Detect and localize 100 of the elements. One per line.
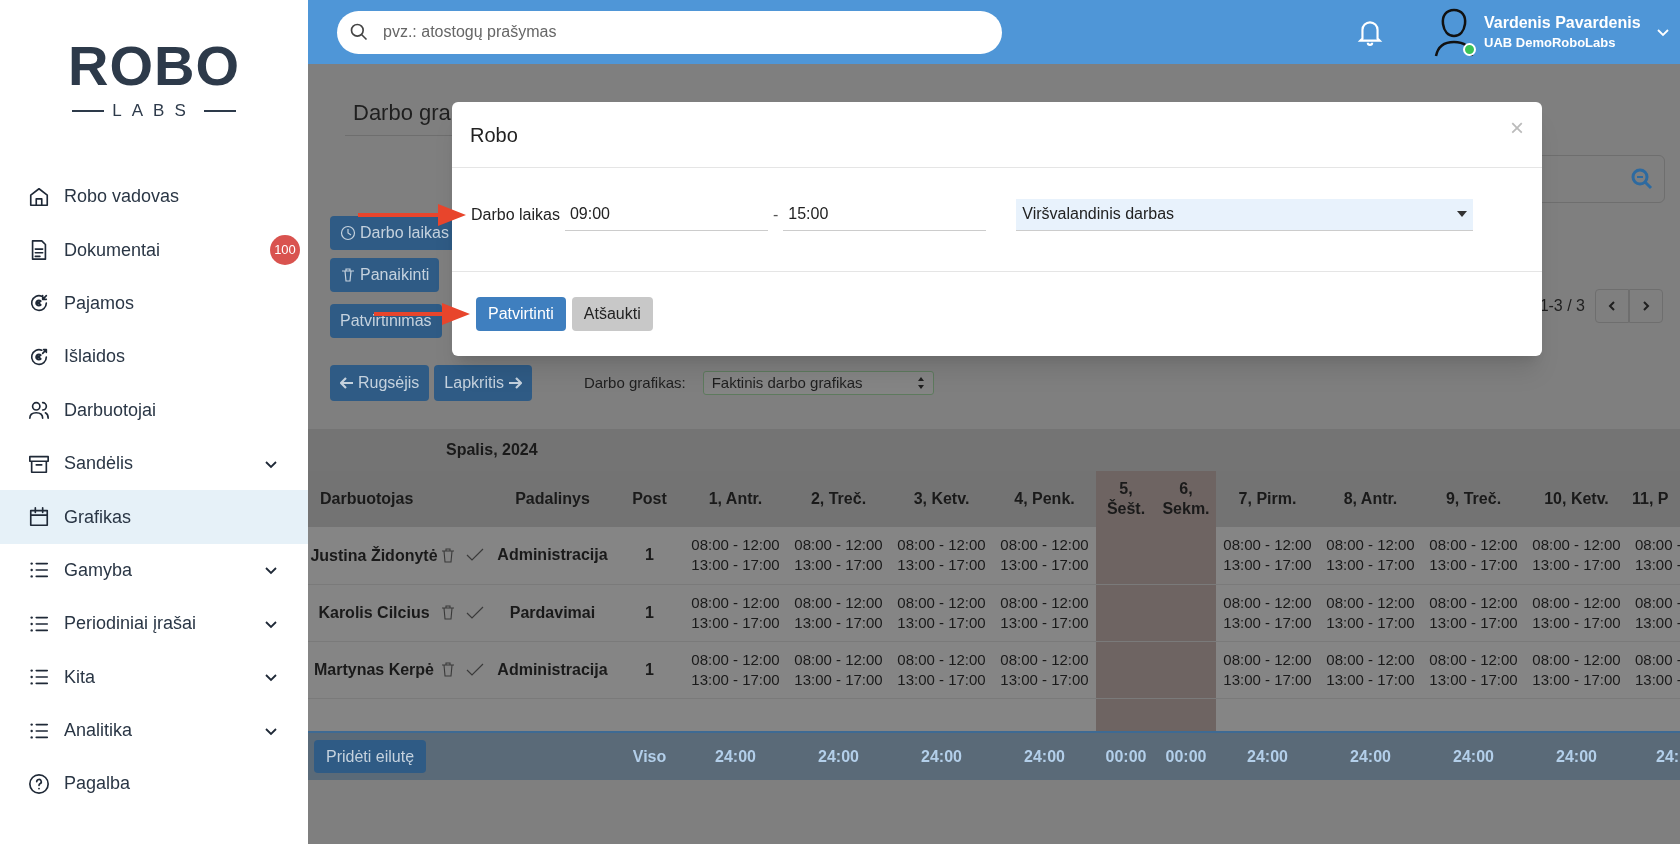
cancel-button[interactable]: Atšaukti bbox=[571, 297, 653, 331]
shift-cell: 08:00 - 12:00 13:00 - 17:00 bbox=[1326, 592, 1415, 633]
shift-cell: 08:00 - 12:00 13:00 - 17:00 bbox=[691, 649, 780, 690]
arrow-left-icon bbox=[340, 376, 354, 390]
shift-cell: 08:00 - 12:00 13:00 - 17:00 bbox=[794, 592, 883, 633]
post-cell: 1 bbox=[615, 641, 684, 698]
bell-icon bbox=[1357, 18, 1383, 46]
calendar-icon bbox=[28, 506, 50, 529]
sidebar-item[interactable]: Robo vadovas bbox=[0, 170, 308, 224]
department-cell: Administracija bbox=[490, 641, 615, 698]
column-header: 3, Ketv. bbox=[890, 471, 993, 527]
employee-name: Justina Židonytė bbox=[308, 527, 440, 584]
field-label: Darbo laikas bbox=[471, 204, 560, 225]
total-cell: 24:00 bbox=[787, 732, 890, 780]
column-header: Darbuotojas bbox=[308, 471, 490, 527]
schedule-select[interactable]: Faktinis darbo grafikas bbox=[702, 371, 934, 395]
shift-cell: 08:00 - 12:00 13:00 - 17:00 bbox=[1223, 535, 1312, 576]
sidebar-item[interactable]: Grafikas bbox=[0, 490, 308, 544]
shift-cell: 08:00 - 12:00 13:00 - 17:00 bbox=[1223, 592, 1312, 633]
people-icon bbox=[28, 399, 50, 422]
column-header: 10, Ketv. bbox=[1525, 471, 1628, 527]
shift-cell: 08:00 - 12:00 13:00 - 17:00 bbox=[897, 592, 986, 633]
column-header: 6, Sekm. bbox=[1156, 471, 1216, 527]
post-cell: 1 bbox=[615, 527, 684, 584]
search-icon bbox=[349, 21, 369, 42]
shift-cell: 08:00 - 12:00 13:00 - 17:00 bbox=[691, 592, 780, 633]
total-cell: 24:00 bbox=[684, 732, 787, 780]
action-button[interactable]: Panaikinti bbox=[330, 258, 440, 292]
add-row-button[interactable]: Pridėti eilutę bbox=[314, 740, 427, 773]
column-header: 11, P bbox=[1628, 471, 1680, 527]
total-cell: 24:00 bbox=[1525, 732, 1628, 780]
shift-cell: 08:00 - 12:00 13:00 - 17:00 bbox=[1532, 535, 1621, 576]
department-cell: Pardavimai bbox=[490, 584, 615, 641]
department-cell: Administracija bbox=[490, 527, 615, 584]
shift-cell: 08:00 - 12:00 13:00 - 17:00 bbox=[794, 535, 883, 576]
total-cell: 00:00 bbox=[1096, 732, 1156, 780]
total-cell: 24:00 bbox=[1216, 732, 1319, 780]
shift-cell: 08:00 - 12:00 13:00 - 17:00 bbox=[1532, 649, 1621, 690]
shift-cell: 08:00 - 12:00 13:00 - 17:00 bbox=[1429, 649, 1518, 690]
shift-cell: 08:00 - 12:00 13:00 - 17:00 bbox=[1000, 535, 1089, 576]
sidebar-item[interactable]: Dokumentai 100 bbox=[0, 223, 308, 277]
column-header: 8, Antr. bbox=[1319, 471, 1422, 527]
sidebar-item[interactable]: Periodiniai įrašai bbox=[0, 597, 308, 651]
column-header: Padalinys bbox=[490, 471, 615, 527]
time-input[interactable]: 09:00 bbox=[564, 198, 768, 231]
separator: - bbox=[772, 204, 779, 225]
total-cell: 00:00 bbox=[1156, 732, 1216, 780]
total-cell: 24: bbox=[1628, 732, 1680, 780]
sidebar-item[interactable]: Kita bbox=[0, 650, 308, 704]
shift-cell: 08:00 - 12:00 13:00 - 17:00 bbox=[1223, 649, 1312, 690]
trash-icon bbox=[440, 661, 456, 678]
clock-icon bbox=[340, 225, 356, 241]
employee-name: Karolis Cilcius bbox=[308, 584, 440, 641]
company-name: UAB DemoRoboLabs bbox=[1484, 34, 1617, 52]
column-header: 9, Treč. bbox=[1422, 471, 1525, 527]
trash-icon bbox=[340, 267, 356, 283]
sidebar-item[interactable]: Darbuotojai bbox=[0, 383, 308, 437]
schedule-label: Darbo grafikas: bbox=[583, 372, 686, 393]
trash-icon bbox=[440, 546, 456, 564]
sidebar-item[interactable]: Sandėlis bbox=[0, 436, 308, 491]
checkmark-icon bbox=[466, 548, 484, 563]
sidebar-item[interactable]: Gamyba bbox=[0, 543, 308, 598]
shift-cell: 08:00 - 12:00 13:00 - 17:00 bbox=[897, 649, 986, 690]
home-icon bbox=[28, 185, 50, 208]
sidebar-item[interactable]: Išlaidos bbox=[0, 330, 308, 384]
post-cell: 1 bbox=[615, 584, 684, 641]
next-month-button[interactable]: Lapkritis bbox=[434, 365, 532, 401]
column-header: 5, Šešt. bbox=[1096, 471, 1156, 527]
chevron-right-icon bbox=[1640, 300, 1652, 312]
shift-cell: 08:00 - 12:00 13:00 - 17:00 bbox=[1326, 535, 1415, 576]
column-header: 7, Pirm. bbox=[1216, 471, 1319, 527]
column-header: 2, Treč. bbox=[787, 471, 890, 527]
sidebar-item[interactable]: Pajamos bbox=[0, 276, 308, 331]
column-header: Post bbox=[615, 471, 684, 527]
shift-cell: 08:00 - 12:00 13:00 - 17:00 bbox=[1000, 649, 1089, 690]
column-header: 1, Antr. bbox=[684, 471, 787, 527]
user-name: Vardenis Pavardenis bbox=[1484, 13, 1641, 33]
total-cell: 24:00 bbox=[1422, 732, 1525, 780]
total-cell: 24:00 bbox=[1319, 732, 1422, 780]
total-cell: 24:00 bbox=[993, 732, 1096, 780]
count-badge: 100 bbox=[270, 235, 300, 266]
column-header: 4, Penk. bbox=[993, 471, 1096, 527]
help-icon bbox=[28, 773, 50, 795]
logo: ROBO LABS bbox=[67, 33, 241, 122]
next-page-button[interactable] bbox=[1629, 289, 1663, 323]
search-icon bbox=[1630, 167, 1654, 191]
shift-cell: 08:00 - 12:00 13:00 - 17:00 bbox=[1532, 592, 1621, 633]
confirm-button[interactable]: Patvirtinti bbox=[476, 297, 566, 331]
month-label: Spalis, 2024 bbox=[446, 441, 538, 458]
previous-month-button[interactable]: Rugsėjis bbox=[330, 365, 430, 401]
time-input[interactable]: 15:00 bbox=[783, 198, 987, 231]
action-button[interactable]: Patvirtinimas bbox=[330, 304, 442, 338]
sidebar-item[interactable]: Analitika bbox=[0, 703, 308, 758]
sidebar-item[interactable]: Pagalba bbox=[0, 757, 308, 811]
shift-cell: 08:00 - 12:00 13:00 - 17:00 bbox=[1000, 592, 1089, 633]
shift-cell: 08:00 - 12:00 13:00 - 17:00 bbox=[794, 649, 883, 690]
previous-page-button[interactable] bbox=[1595, 289, 1629, 323]
checkmark-icon bbox=[466, 662, 484, 677]
search-field[interactable]: pvz.: atostogų prašymas bbox=[337, 10, 1002, 54]
work-type-select[interactable]: Viršvalandinis darbas bbox=[1016, 198, 1474, 231]
